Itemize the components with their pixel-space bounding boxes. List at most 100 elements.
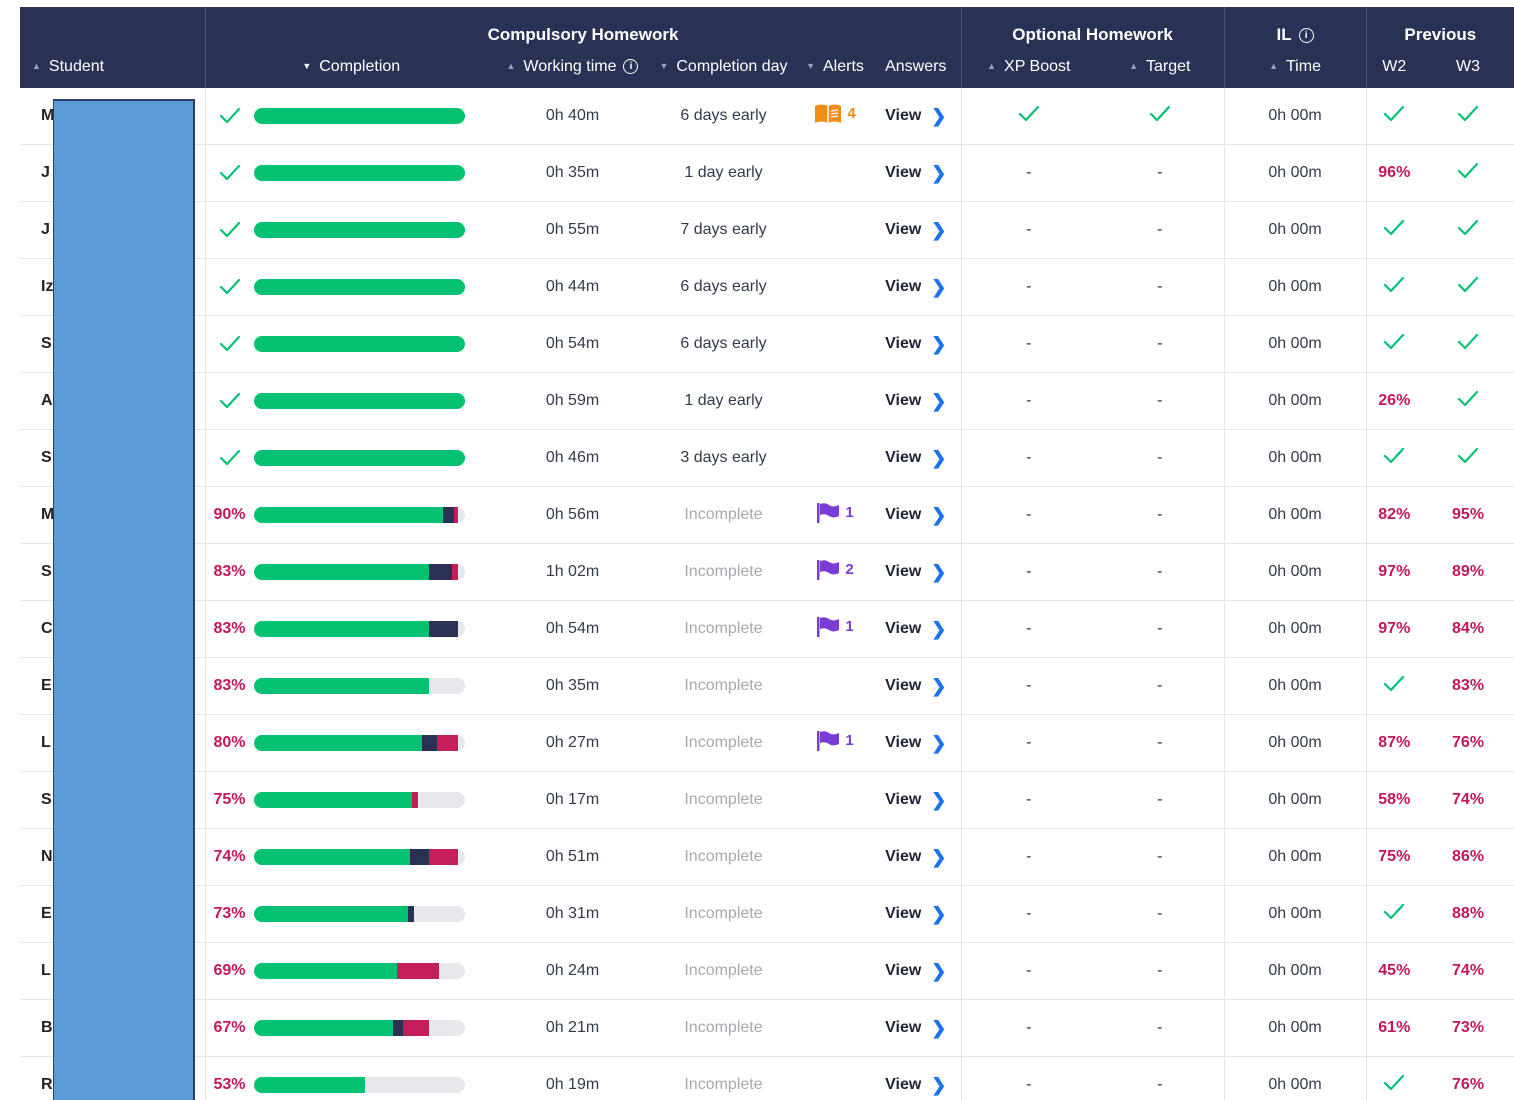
- view-answers-link[interactable]: View ❯: [885, 163, 946, 184]
- view-answers-link[interactable]: View ❯: [885, 391, 946, 412]
- student-name[interactable]: B: [41, 1019, 53, 1036]
- table-row[interactable]: J 0h 35m 1 day early View ❯ - - 0h 00m 96%: [20, 144, 1514, 202]
- header-working-time[interactable]: ▲ Working time i: [497, 45, 648, 88]
- header-time[interactable]: ▲ Time: [1224, 45, 1367, 88]
- table-row[interactable]: R 53% 0h 19m Incomplete View ❯ - - 0h 00m 76%: [20, 1056, 1514, 1100]
- table-row[interactable]: J 0h 55m 7 days early View ❯ - - 0h 00m: [20, 201, 1514, 259]
- view-answers-link[interactable]: View ❯: [885, 1075, 946, 1096]
- header-group-optional: Optional Homework: [961, 7, 1225, 45]
- student-name[interactable]: N: [41, 848, 53, 865]
- w3-cell: 88%: [1422, 885, 1514, 943]
- target-cell: -: [1096, 201, 1225, 259]
- table-row[interactable]: L 80% 0h 27m Incomplete 1 View ❯ - - 0h 00m 87% 76%: [20, 714, 1514, 772]
- view-label[interactable]: View: [885, 164, 921, 182]
- alert-badge[interactable]: 2: [816, 559, 854, 581]
- view-label[interactable]: View: [885, 335, 921, 353]
- table-row[interactable]: Iz 0h 44m 6 days early View ❯ - - 0h 00m: [20, 258, 1514, 316]
- student-name[interactable]: E: [41, 677, 52, 694]
- w2-cell: [1365, 88, 1423, 145]
- view-label[interactable]: View: [885, 962, 921, 980]
- header-student[interactable]: ▲ Student: [20, 45, 206, 88]
- student-name[interactable]: S: [41, 563, 52, 580]
- view-label[interactable]: View: [885, 1076, 921, 1094]
- info-icon[interactable]: i: [1298, 28, 1314, 44]
- student-name[interactable]: R: [41, 1076, 53, 1093]
- header-xp-boost[interactable]: ▲ XP Boost: [961, 45, 1097, 88]
- header-student-label: Student: [48, 57, 105, 75]
- view-answers-link[interactable]: View ❯: [885, 106, 946, 127]
- view-answers-link[interactable]: View ❯: [885, 619, 946, 640]
- view-label[interactable]: View: [885, 392, 921, 410]
- table-row[interactable]: L 69% 0h 24m Incomplete View ❯ - - 0h 00m 45% 74%: [20, 942, 1514, 1000]
- table-row[interactable]: B 67% 0h 21m Incomplete View ❯ - - 0h 00m 61% 73%: [20, 999, 1514, 1057]
- view-label[interactable]: View: [885, 620, 921, 638]
- student-name[interactable]: L: [41, 734, 51, 751]
- view-answers-link[interactable]: View ❯: [885, 505, 946, 526]
- student-name[interactable]: E: [41, 905, 52, 922]
- header-target[interactable]: ▲ Target: [1096, 45, 1225, 88]
- view-answers-link[interactable]: View ❯: [885, 334, 946, 355]
- view-label[interactable]: View: [885, 677, 921, 695]
- xp-boost-cell: [960, 88, 1097, 145]
- student-name[interactable]: L: [41, 962, 51, 979]
- table-row[interactable]: S 83% 1h 02m Incomplete 2 View ❯ - - 0h 00m 97% 89%: [20, 543, 1514, 601]
- header-completion-day[interactable]: ▼ Completion day: [648, 45, 799, 88]
- view-answers-link[interactable]: View ❯: [885, 1018, 946, 1039]
- student-name[interactable]: J: [41, 164, 50, 181]
- header-w3[interactable]: W3: [1422, 45, 1514, 88]
- table-row[interactable]: S 0h 46m 3 days early View ❯ - - 0h 00m: [20, 429, 1514, 487]
- view-answers-link[interactable]: View ❯: [885, 562, 946, 583]
- view-answers-link[interactable]: View ❯: [885, 448, 946, 469]
- group-optional-label: Optional Homework: [1012, 25, 1173, 44]
- table-row[interactable]: M 0h 40m 6 days early 4 View ❯ 0h 00m: [20, 88, 1514, 145]
- table-row[interactable]: A 0h 59m 1 day early View ❯ - - 0h 00m 26%: [20, 372, 1514, 430]
- working-time: 0h 56m: [545, 506, 600, 523]
- alert-badge[interactable]: 1: [816, 730, 854, 752]
- view-answers-link[interactable]: View ❯: [885, 790, 946, 811]
- view-label[interactable]: View: [885, 107, 921, 125]
- view-answers-link[interactable]: View ❯: [885, 676, 946, 697]
- alert-badge[interactable]: 4: [814, 103, 856, 125]
- table-row[interactable]: N 74% 0h 51m Incomplete View ❯ - - 0h 00m 75% 86%: [20, 828, 1514, 886]
- progress-incorrect-segment: [403, 1020, 429, 1036]
- view-answers-link[interactable]: View ❯: [885, 733, 946, 754]
- view-answers-link[interactable]: View ❯: [885, 961, 946, 982]
- view-label[interactable]: View: [885, 905, 921, 923]
- view-answers-link[interactable]: View ❯: [885, 220, 946, 241]
- table-row[interactable]: S 0h 54m 6 days early View ❯ - - 0h 00m: [20, 315, 1514, 373]
- working-time-cell: 0h 59m: [497, 372, 648, 430]
- table-row[interactable]: E 73% 0h 31m Incomplete View ❯ - - 0h 00m 88%: [20, 885, 1514, 943]
- view-answers-link[interactable]: View ❯: [885, 277, 946, 298]
- table-row[interactable]: E 83% 0h 35m Incomplete View ❯ - - 0h 00m 83%: [20, 657, 1514, 715]
- table-row[interactable]: S 75% 0h 17m Incomplete View ❯ - - 0h 00m 58% 74%: [20, 771, 1514, 829]
- il-time-cell: 0h 00m: [1223, 999, 1367, 1057]
- student-name[interactable]: S: [41, 449, 52, 466]
- table-row[interactable]: C 83% 0h 54m Incomplete 1 View ❯ - - 0h 00m 97% 84%: [20, 600, 1514, 658]
- student-name[interactable]: Iz: [41, 278, 53, 295]
- target-cell: [1096, 88, 1225, 145]
- view-label[interactable]: View: [885, 221, 921, 239]
- view-label[interactable]: View: [885, 506, 921, 524]
- student-name[interactable]: C: [41, 620, 53, 637]
- xp-boost-cell: -: [960, 201, 1097, 259]
- header-alerts[interactable]: ▼ Alerts: [799, 45, 871, 88]
- info-icon[interactable]: i: [623, 58, 639, 74]
- view-answers-link[interactable]: View ❯: [885, 847, 946, 868]
- table-row[interactable]: M 90% 0h 56m Incomplete 1 View ❯ - -0h 00m 82% 95%: [20, 486, 1514, 544]
- view-label[interactable]: View: [885, 734, 921, 752]
- view-label[interactable]: View: [885, 848, 921, 866]
- student-name[interactable]: S: [41, 335, 52, 352]
- view-label[interactable]: View: [885, 278, 921, 296]
- header-w2[interactable]: W2: [1366, 45, 1423, 88]
- view-label[interactable]: View: [885, 791, 921, 809]
- header-completion[interactable]: ▼ Completion: [205, 45, 497, 88]
- student-name[interactable]: A: [41, 392, 53, 409]
- view-label[interactable]: View: [885, 563, 921, 581]
- student-name[interactable]: J: [41, 221, 50, 238]
- alert-badge[interactable]: 1: [816, 502, 854, 524]
- view-label[interactable]: View: [885, 449, 921, 467]
- student-name[interactable]: S: [41, 791, 52, 808]
- alert-badge[interactable]: 1: [816, 616, 854, 638]
- view-answers-link[interactable]: View ❯: [885, 904, 946, 925]
- view-label[interactable]: View: [885, 1019, 921, 1037]
